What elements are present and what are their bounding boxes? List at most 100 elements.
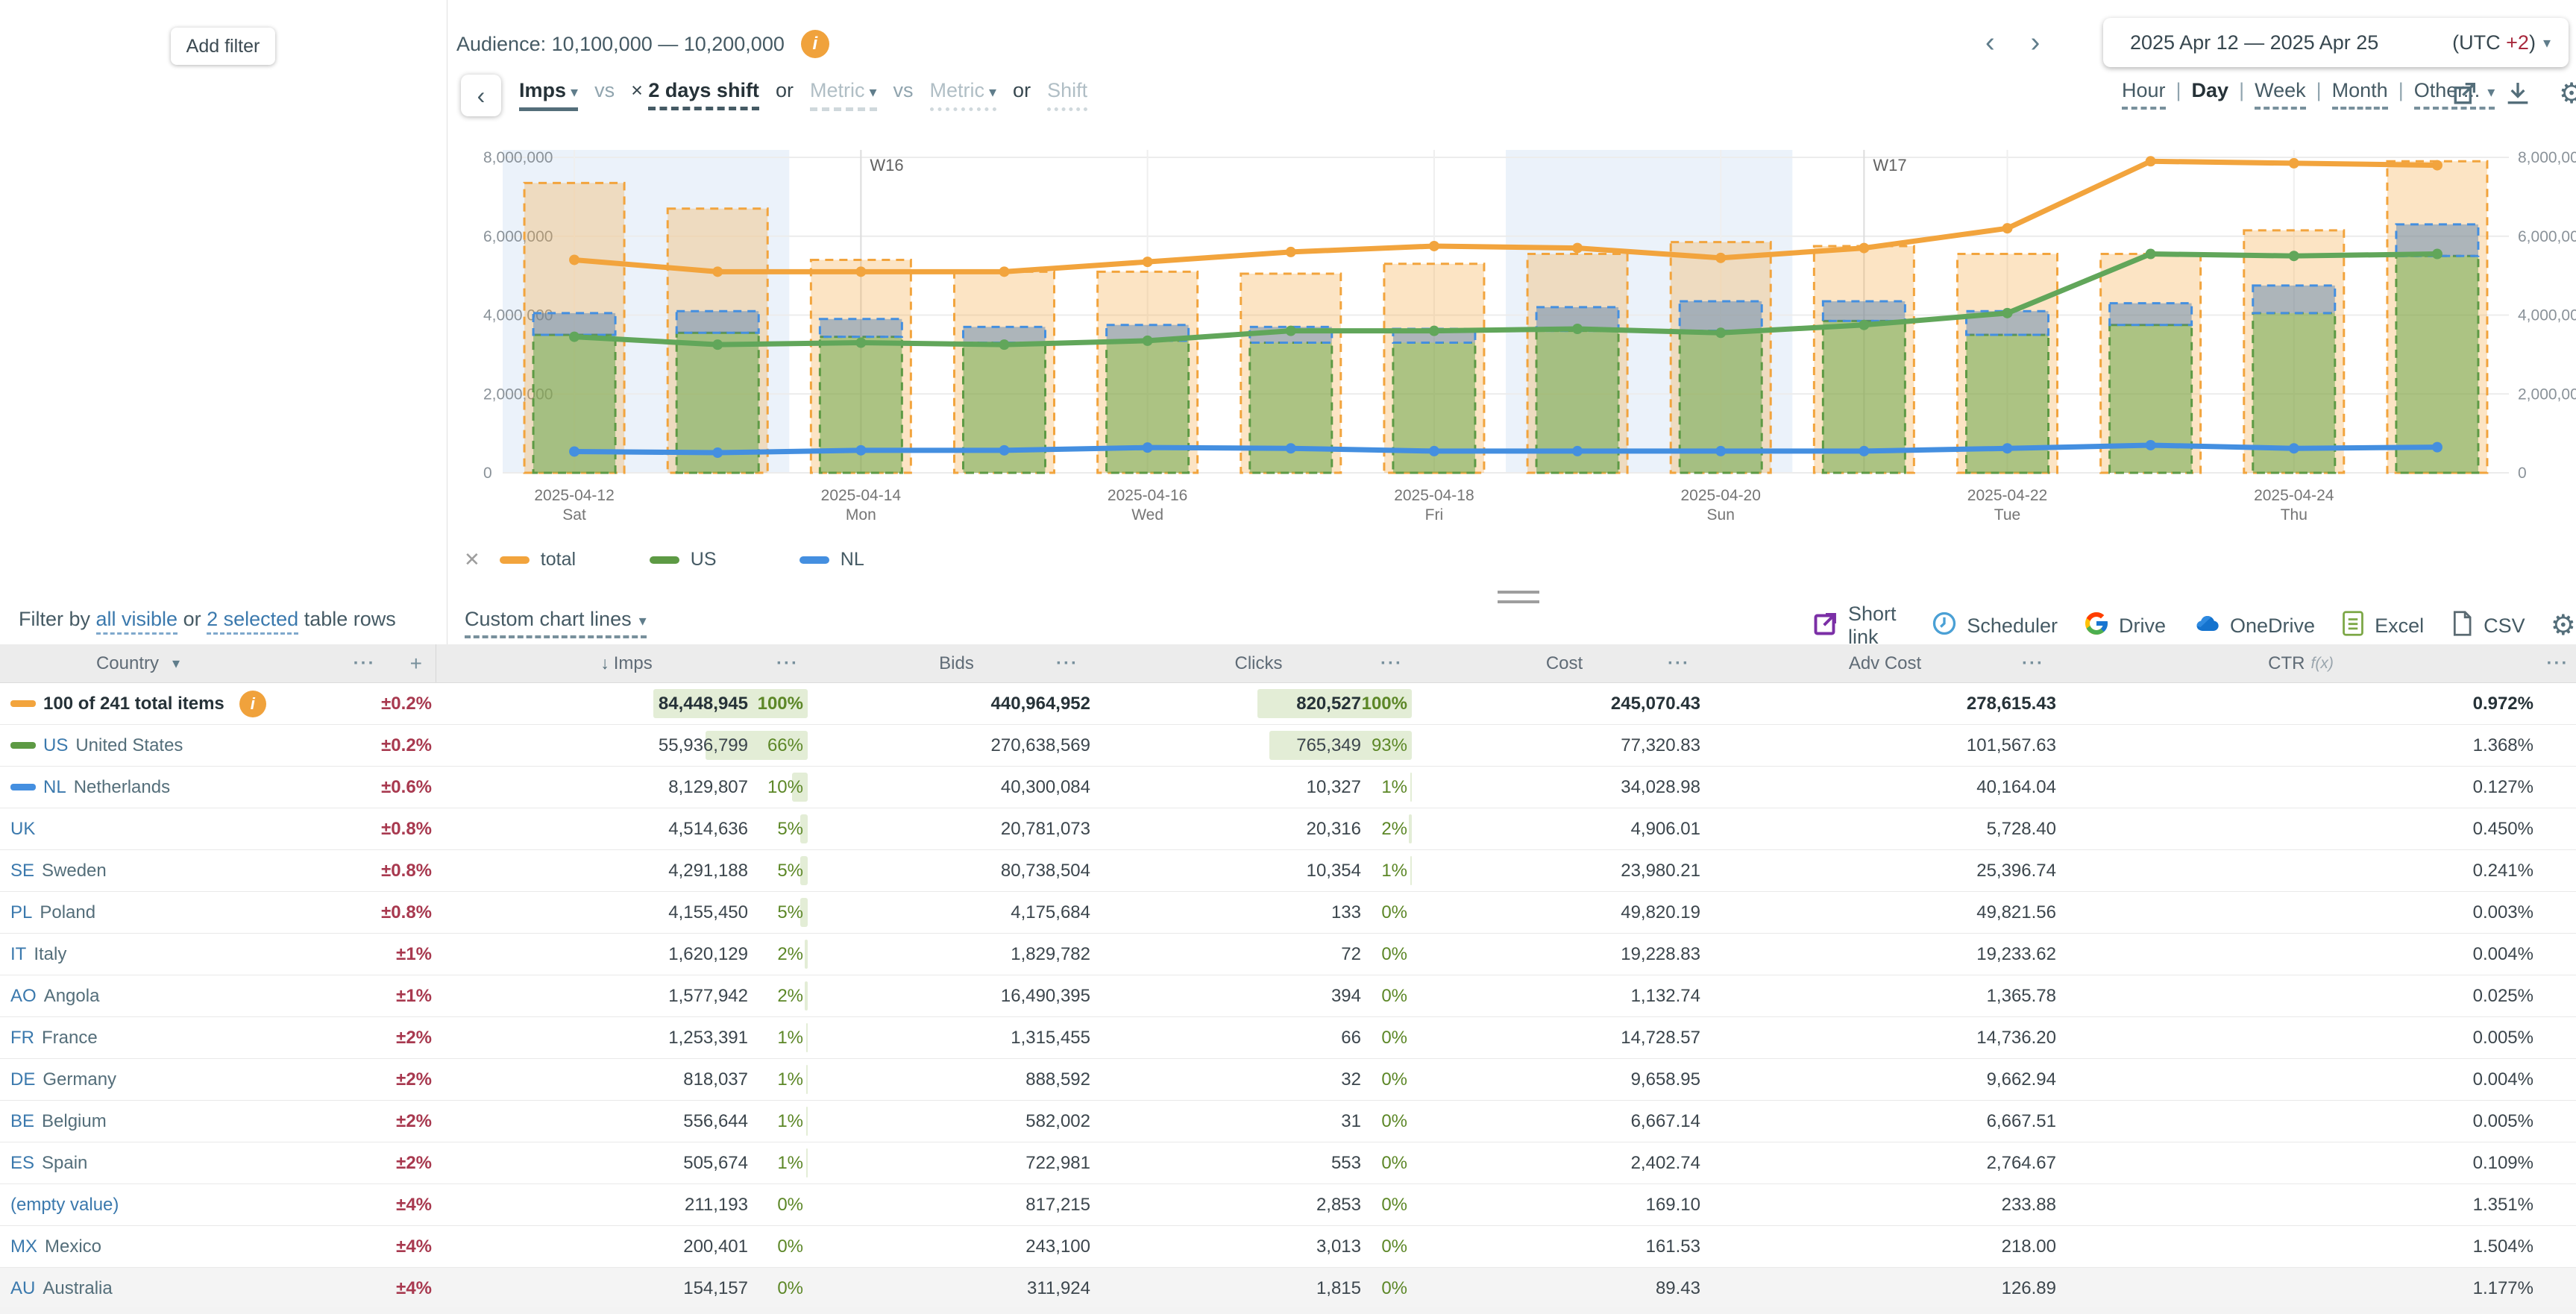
primary-metric-dropdown[interactable]: Imps▾: [519, 79, 578, 111]
table-row[interactable]: PLPoland±0.8%4,155,4505%4,175,6841330%49…: [0, 892, 2576, 934]
table-settings-gear-icon[interactable]: ⚙: [2551, 609, 2576, 642]
column-header-clicks[interactable]: Clicks ···: [1096, 644, 1421, 682]
column-header-more: ···: [2539, 644, 2576, 682]
table-row[interactable]: SESweden±0.8%4,291,1885%80,738,50410,354…: [0, 850, 2576, 892]
value: 66: [1341, 1028, 1361, 1049]
column-menu-icon[interactable]: ···: [2547, 653, 2569, 674]
selected-rows-link[interactable]: 2 selected: [207, 608, 298, 635]
remove-shift-icon[interactable]: ×: [631, 79, 643, 101]
info-icon[interactable]: i: [801, 30, 829, 58]
chevron-left-icon[interactable]: ‹: [1985, 25, 1995, 60]
column-header-country[interactable]: Country▾: [0, 644, 276, 682]
column-header-adv-cost[interactable]: Adv Cost ···: [1708, 644, 2062, 682]
country-code-link[interactable]: NL: [43, 777, 66, 798]
column-menu-icon[interactable]: ···: [2022, 653, 2044, 674]
csv-link[interactable]: CSV: [2449, 610, 2525, 642]
country-code-link[interactable]: FR: [10, 1028, 34, 1049]
value: 556,644: [683, 1111, 748, 1132]
country-code-link[interactable]: US: [43, 735, 68, 756]
excel-link[interactable]: Excel: [2340, 610, 2424, 642]
timeseries-chart[interactable]: 8,000,0008,000,0006,000,0006,000,0004,00…: [447, 138, 2576, 574]
table-row[interactable]: 100 of 241 total itemsi±0.2%84,448,94510…: [0, 683, 2576, 725]
info-icon[interactable]: i: [239, 691, 266, 717]
granularity-hour[interactable]: Hour: [2122, 79, 2166, 110]
table-row[interactable]: FRFrance±2%1,253,3911%1,315,455660%14,72…: [0, 1017, 2576, 1059]
chevron-right-icon[interactable]: ›: [2031, 25, 2041, 60]
drive-link[interactable]: Drive: [2083, 610, 2166, 642]
cell-plus-minus: ±2%: [276, 1101, 436, 1142]
cell-clicks: 820,527100%: [1096, 683, 1421, 724]
shift-placeholder[interactable]: Shift: [1047, 79, 1087, 111]
cell-adv-cost: 49,821.56: [1708, 892, 2062, 933]
table-row[interactable]: ESSpain±2%505,6741%722,9815530%2,402.742…: [0, 1142, 2576, 1184]
country-code-link[interactable]: AU: [10, 1278, 35, 1299]
cell-imps: 818,0371%: [436, 1059, 817, 1100]
table-row[interactable]: UK±0.8%4,514,6365%20,781,07320,3162%4,90…: [0, 808, 2576, 850]
country-code-link[interactable]: DE: [10, 1069, 35, 1090]
granularity-month[interactable]: Month: [2332, 79, 2388, 110]
value: 20,316: [1307, 819, 1361, 840]
download-icon[interactable]: [2501, 78, 2534, 110]
granularity-week[interactable]: Week: [2255, 79, 2306, 110]
value: 55,936,799: [659, 735, 748, 756]
short-link-link[interactable]: Short link: [1812, 603, 1906, 649]
scheduler-link[interactable]: Scheduler: [1931, 610, 2058, 642]
granularity-day[interactable]: Day: [2192, 79, 2229, 102]
table-row[interactable]: (empty value)±4%211,1930%817,2152,8530%1…: [0, 1184, 2576, 1226]
table-row[interactable]: AUAustralia±4%154,1570%311,9241,8150%89.…: [0, 1268, 2576, 1310]
country-name: Sweden: [42, 861, 107, 881]
separator: |: [2398, 79, 2404, 102]
add-filter-button[interactable]: Add filter: [171, 28, 275, 65]
cell-adv-cost: 218.00: [1708, 1226, 2062, 1267]
chart-table-splitter-handle[interactable]: [1498, 591, 1539, 610]
column-menu-icon[interactable]: ···: [1056, 653, 1078, 674]
column-header-imps[interactable]: ↓ Imps ···: [436, 644, 817, 682]
open-in-new-icon[interactable]: [2448, 78, 2481, 110]
metric-placeholder-dropdown[interactable]: Metric▾: [810, 79, 877, 111]
table-row[interactable]: MXMexico±4%200,4010%243,1003,0130%161.53…: [0, 1226, 2576, 1268]
metric-placeholder-dropdown-2[interactable]: Metric▾: [930, 79, 997, 111]
all-visible-link[interactable]: all visible: [96, 608, 178, 635]
collapse-metric-panel-button[interactable]: ‹: [461, 75, 501, 116]
table-row[interactable]: BEBelgium±2%556,6441%582,002310%6,667.14…: [0, 1101, 2576, 1142]
country-code-link[interactable]: ES: [10, 1153, 34, 1174]
country-code-link[interactable]: PL: [10, 902, 32, 923]
close-icon[interactable]: ✕: [464, 548, 480, 571]
table-row[interactable]: USUnited States±0.2%55,936,79966%270,638…: [0, 725, 2576, 767]
horizontal-scrollbar-track[interactable]: [0, 1307, 2576, 1314]
column-header-ctr[interactable]: CTRf(x): [2062, 644, 2539, 682]
table-row[interactable]: NLNetherlands±0.6%8,129,80710%40,300,084…: [0, 767, 2576, 808]
country-code-link[interactable]: BE: [10, 1111, 34, 1132]
table-body: 100 of 241 total itemsi±0.2%84,448,94510…: [0, 683, 2576, 1310]
legend-item-total[interactable]: total: [500, 549, 650, 570]
audience-label: Audience: 10,100,000 — 10,200,000: [456, 33, 785, 56]
country-code-link[interactable]: SE: [10, 861, 34, 881]
add-column-button[interactable]: +: [410, 652, 422, 676]
column-menu-icon[interactable]: ···: [776, 653, 799, 674]
column-menu-icon[interactable]: ···: [354, 653, 376, 674]
column-menu-icon[interactable]: ···: [1380, 653, 1403, 674]
legend-item-US[interactable]: US: [650, 549, 799, 570]
cell-bids: 20,781,073: [817, 808, 1096, 849]
country-code-link[interactable]: AO: [10, 986, 37, 1007]
table-row[interactable]: DEGermany±2%818,0371%888,592320%9,658.95…: [0, 1059, 2576, 1101]
table-row[interactable]: AOAngola±1%1,577,9422%16,490,3953940%1,1…: [0, 975, 2576, 1017]
cell-country: DEGermany: [0, 1059, 276, 1100]
country-code-link[interactable]: IT: [10, 944, 26, 965]
country-code-link[interactable]: UK: [10, 819, 35, 840]
country-code-link[interactable]: MX: [10, 1236, 37, 1257]
onedrive-link[interactable]: OneDrive: [2191, 610, 2315, 642]
date-range-picker[interactable]: 2025 Apr 12 — 2025 Apr 25 (UTC +2) ▾: [2103, 18, 2569, 67]
custom-chart-lines-dropdown[interactable]: Custom chart lines▾: [465, 608, 647, 638]
legend-item-NL[interactable]: NL: [799, 549, 949, 570]
gear-icon[interactable]: ⚙: [2555, 78, 2576, 110]
cell-imps: 4,291,1885%: [436, 850, 817, 891]
column-header-cost[interactable]: Cost ···: [1421, 644, 1708, 682]
country-code-link[interactable]: (empty value): [10, 1195, 119, 1216]
shift-selection[interactable]: × 2 days shift: [631, 79, 759, 102]
table-row[interactable]: ITItaly±1%1,620,1292%1,829,782720%19,228…: [0, 934, 2576, 975]
column-header-bids[interactable]: Bids ···: [817, 644, 1096, 682]
cell-clicks: 3,0130%: [1096, 1226, 1421, 1267]
column-menu-icon[interactable]: ···: [1668, 653, 1690, 674]
pct-of-total: 1%: [748, 1111, 808, 1132]
